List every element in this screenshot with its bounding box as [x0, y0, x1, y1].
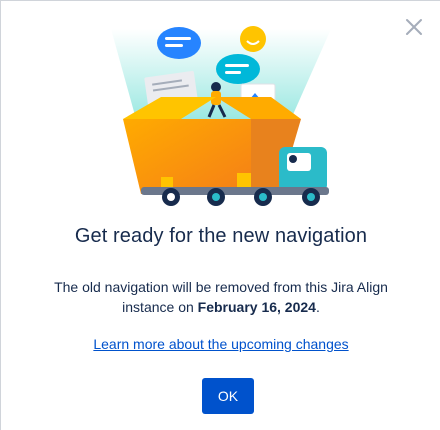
removal-date: February 16, 2024: [197, 299, 316, 315]
learn-more-link[interactable]: Learn more about the upcoming changes: [1, 336, 440, 352]
body-suffix: .: [315, 299, 320, 315]
moving-truck-illustration: [111, 26, 331, 206]
navigation-change-dialog: Get ready for the new navigation The old…: [0, 0, 440, 430]
close-icon: [406, 19, 422, 35]
close-button[interactable]: [402, 15, 426, 39]
dialog-body: The old navigation will be removed from …: [31, 277, 411, 317]
dialog-title: Get ready for the new navigation: [74, 225, 368, 247]
ok-button[interactable]: OK: [202, 378, 254, 414]
